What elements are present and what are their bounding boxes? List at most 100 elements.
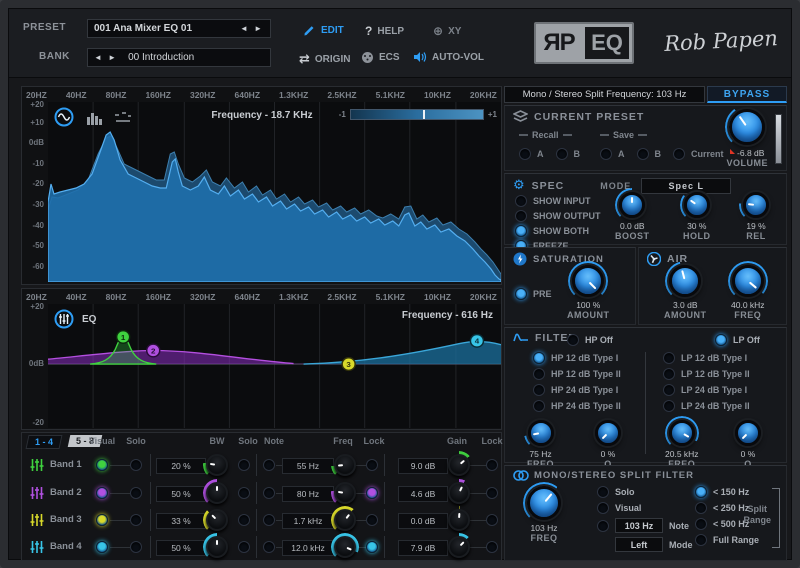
recall-b-radio[interactable] (555, 148, 568, 160)
rel-knob[interactable] (739, 188, 773, 222)
recall-a-radio[interactable] (519, 148, 531, 160)
lp-off-radio[interactable] (715, 334, 727, 346)
band1-solo-radio[interactable] (130, 459, 142, 471)
band2-solo-radio[interactable] (130, 487, 142, 499)
band2-solo2-radio[interactable] (238, 487, 250, 499)
spectrum-mode-icon[interactable] (54, 107, 74, 127)
band2-note-radio[interactable] (263, 487, 275, 499)
hp-12db-type1-radio[interactable] (533, 352, 545, 364)
band1-bw-knob[interactable] (203, 451, 231, 479)
band3-freq-value[interactable]: 1.7 kHz (282, 513, 334, 529)
band4-gain-knob[interactable] (445, 533, 473, 561)
lp-q-knob[interactable] (731, 416, 765, 450)
band3-bw-value[interactable]: 33 % (156, 513, 206, 529)
auto-vol-button[interactable]: AUTO-VOL (413, 51, 484, 63)
bypass-button[interactable]: BYPASS (707, 86, 787, 103)
hp-off-radio[interactable] (567, 334, 579, 346)
band3-gain-knob[interactable] (445, 506, 473, 534)
band3-freq-lock-radio[interactable] (366, 514, 378, 526)
band4-freq-knob[interactable] (331, 533, 359, 561)
spectrum-tilt-slider[interactable]: -1 +1 (339, 109, 497, 120)
lp-12db-type1-radio[interactable] (663, 352, 675, 364)
band4-bw-value[interactable]: 50 % (156, 540, 206, 556)
band3-freq-knob[interactable] (331, 506, 359, 534)
boost-knob[interactable] (615, 188, 650, 222)
band2-visual-radio[interactable] (96, 487, 108, 499)
range-150hz-radio[interactable] (695, 486, 707, 498)
split-freq-knob[interactable] (523, 482, 565, 524)
bars-display-icon[interactable] (86, 110, 102, 125)
band3-gain-lock-radio[interactable] (486, 514, 498, 526)
hp-q-knob[interactable] (591, 416, 625, 450)
band1-visual-radio[interactable] (96, 459, 108, 471)
lp-freq-knob[interactable] (664, 416, 699, 450)
tab-bands-1-4[interactable]: 1 - 4 (25, 435, 63, 449)
band4-solo-radio[interactable] (130, 541, 142, 553)
spectrum-graph[interactable] (48, 102, 501, 282)
origin-button[interactable]: ⇄ ORIGIN (299, 51, 350, 67)
show-output-radio[interactable] (515, 210, 527, 222)
band3-bw-knob[interactable] (203, 506, 231, 534)
band3-note-radio[interactable] (263, 514, 275, 526)
band2-gain-lock-radio[interactable] (486, 487, 498, 499)
band1-freq-knob[interactable] (331, 451, 359, 479)
band2-bw-knob[interactable] (203, 479, 231, 507)
split-mode-dropdown[interactable]: Left (615, 537, 663, 552)
preset-prev-next-arrows[interactable]: ◄ ► (240, 24, 264, 33)
band4-freq-value[interactable]: 12.0 kHz (282, 540, 334, 556)
band1-freq-value[interactable]: 55 Hz (282, 458, 334, 474)
band1-note-radio[interactable] (263, 459, 275, 471)
band1-gain-lock-radio[interactable] (486, 459, 498, 471)
split-solo-radio[interactable] (597, 486, 609, 498)
split-note-radio[interactable] (597, 519, 609, 532)
band1-gain-knob[interactable] (445, 451, 473, 479)
hp-freq-knob[interactable] (523, 416, 558, 450)
slider-track[interactable] (349, 109, 484, 120)
current-radio[interactable] (673, 148, 685, 160)
save-a-radio[interactable] (600, 148, 612, 160)
band2-freq-lock-radio[interactable] (366, 487, 378, 499)
peak-hold-icon[interactable] (114, 111, 132, 124)
band4-visual-radio[interactable] (96, 541, 108, 553)
ecs-button[interactable]: ECS (361, 51, 400, 64)
band4-note-radio[interactable] (263, 541, 275, 553)
band4-freq-lock-radio[interactable] (366, 541, 378, 553)
band1-freq-lock-radio[interactable] (366, 459, 378, 471)
band2-gain-knob[interactable] (445, 479, 473, 507)
saturation-amount-knob[interactable] (568, 261, 609, 301)
spectrum-analyzer-panel[interactable]: 20HZ 40HZ 80HZ 160HZ 320HZ 640HZ 1.3KHZ 2.5KHZ 5… (21, 86, 502, 285)
air-amount-knob[interactable] (665, 261, 706, 301)
range-250hz-radio[interactable] (695, 502, 707, 514)
band3-gain-value[interactable]: 0.0 dB (398, 513, 448, 529)
band2-freq-value[interactable]: 80 Hz (282, 486, 334, 502)
band4-bw-knob[interactable] (203, 533, 231, 561)
show-both-radio[interactable] (515, 225, 527, 237)
split-note-value[interactable]: 103 Hz (615, 518, 663, 533)
lp-24db-type2-radio[interactable] (663, 400, 675, 412)
save-b-radio[interactable] (636, 148, 649, 160)
band3-solo2-radio[interactable] (238, 514, 250, 526)
hp-24db-type2-radio[interactable] (533, 400, 545, 412)
band1-solo2-radio[interactable] (238, 459, 250, 471)
hp-24db-type1-radio[interactable] (533, 384, 545, 396)
hp-12db-type2-radio[interactable] (533, 368, 545, 380)
band3-solo-radio[interactable] (130, 514, 142, 526)
pre-radio[interactable] (515, 288, 527, 300)
show-input-radio[interactable] (515, 195, 527, 207)
band3-visual-radio[interactable] (96, 514, 108, 526)
edit-button[interactable]: EDIT (303, 24, 344, 37)
bank-prev-next-arrows[interactable]: ◄ ► (94, 53, 118, 62)
volume-knob[interactable] (725, 105, 770, 149)
split-visual-radio[interactable] (597, 502, 609, 514)
band4-gain-lock-radio[interactable] (486, 541, 498, 553)
range-500hz-radio[interactable] (695, 518, 707, 530)
air-freq-knob[interactable] (727, 261, 768, 301)
band2-gain-value[interactable]: 4.6 dB (398, 486, 448, 502)
help-button[interactable]: ? HELP (365, 24, 404, 38)
band1-bw-value[interactable]: 20 % (156, 458, 206, 474)
lp-24db-type1-radio[interactable] (663, 384, 675, 396)
band4-solo2-radio[interactable] (238, 541, 250, 553)
bank-selector[interactable]: ◄ ► 00 Introduction (87, 48, 271, 67)
band2-freq-knob[interactable] (331, 479, 359, 507)
band2-bw-value[interactable]: 50 % (156, 486, 206, 502)
